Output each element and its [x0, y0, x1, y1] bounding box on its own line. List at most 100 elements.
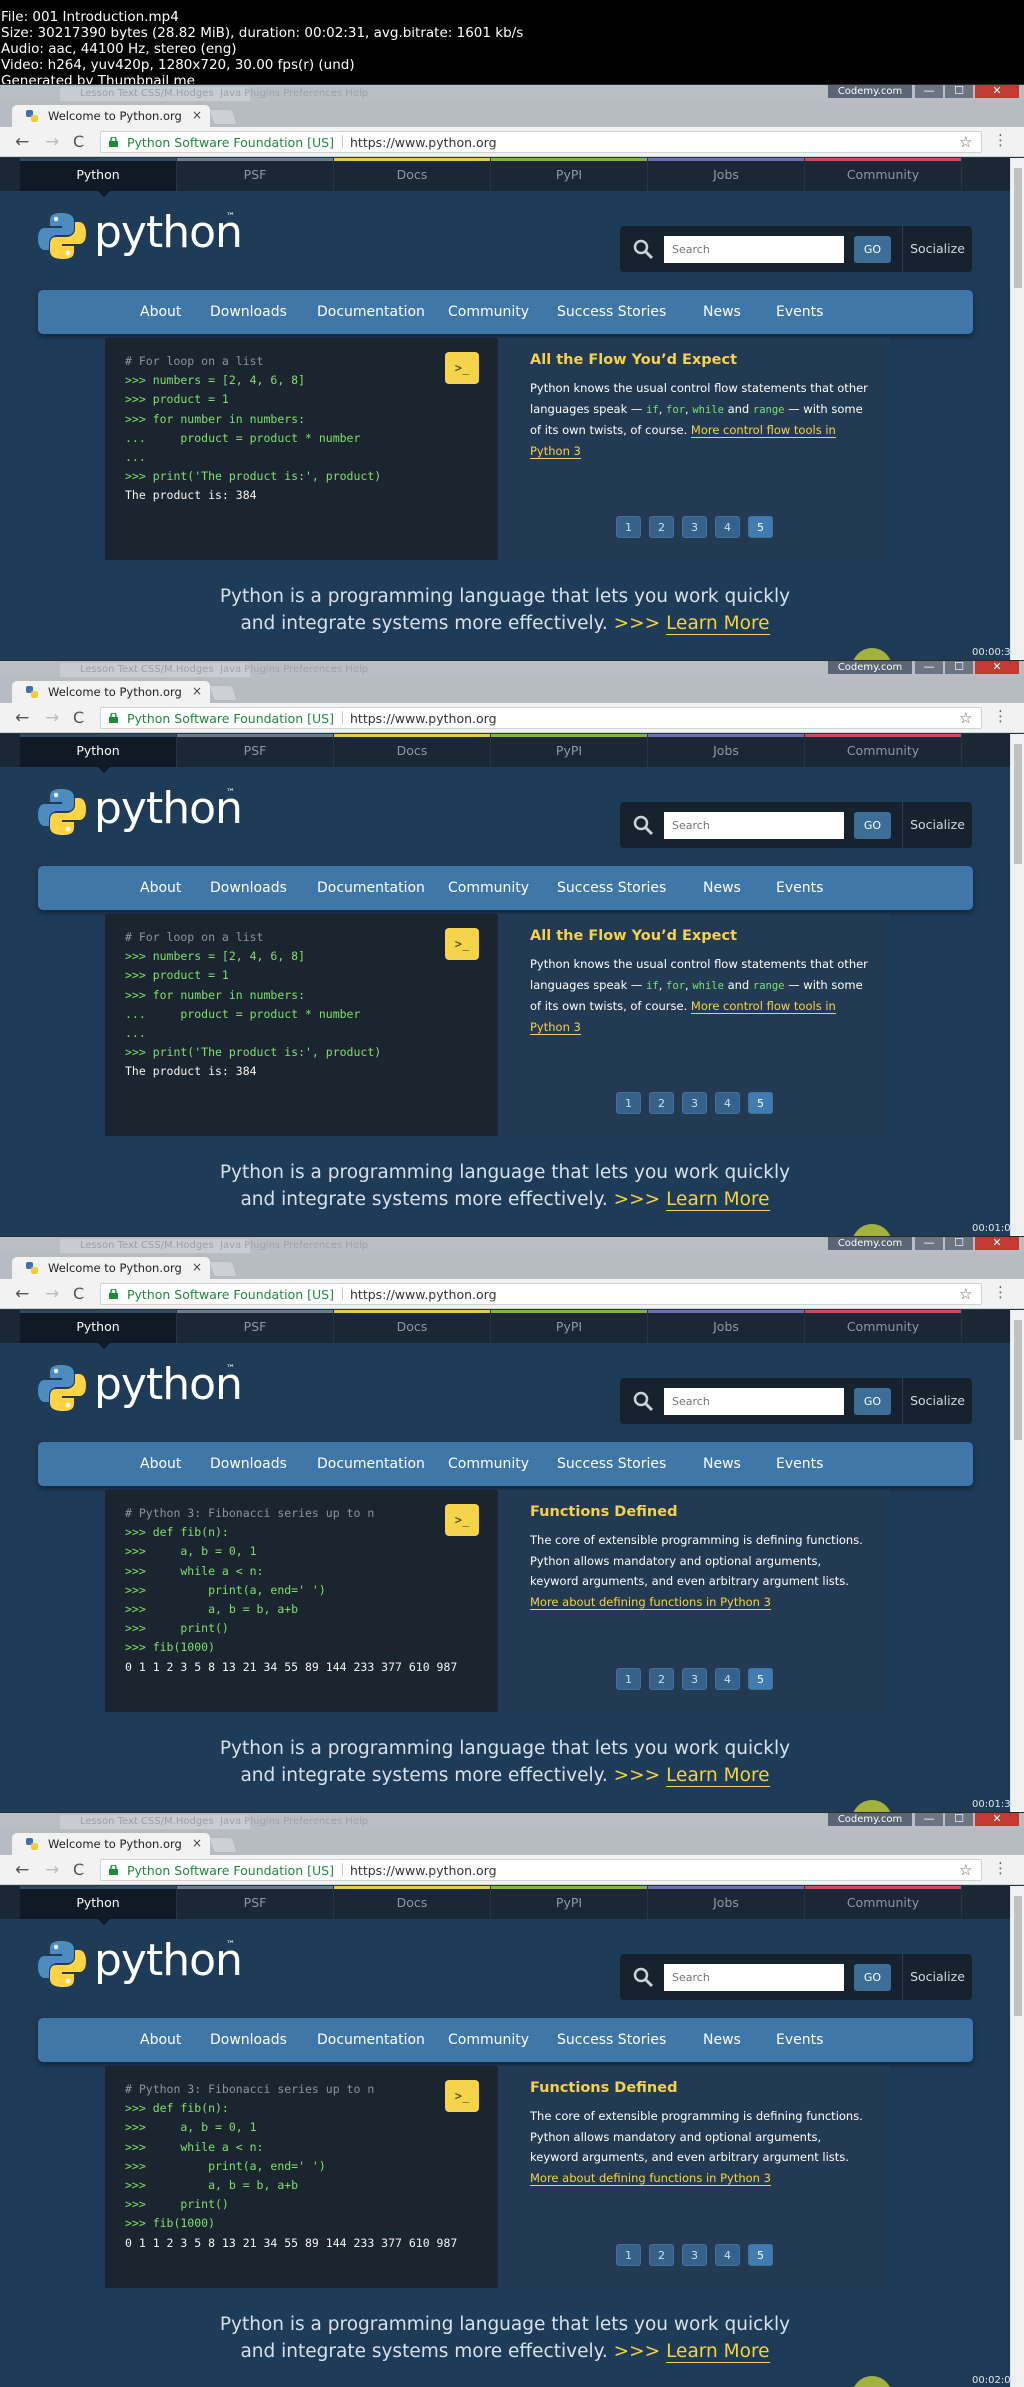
new-tab-button[interactable] — [209, 1262, 237, 1276]
learn-more-link[interactable]: Learn More — [666, 613, 770, 635]
mainnav-about[interactable]: About — [140, 2018, 181, 2062]
topnav-pypi[interactable]: PyPI — [491, 1310, 648, 1343]
reload-icon[interactable]: C — [73, 1860, 84, 1880]
browser-menu-icon[interactable]: ⋮ — [993, 1285, 1008, 1300]
launch-shell-button[interactable]: >_ — [445, 1504, 479, 1536]
topnav-python[interactable]: Python — [20, 1886, 177, 1919]
scrollbar-thumb[interactable] — [1014, 168, 1022, 288]
mainnav-documentation[interactable]: Documentation — [317, 1442, 425, 1486]
pager-button-2[interactable]: 2 — [649, 1092, 674, 1114]
bookmark-star-icon[interactable]: ☆ — [959, 133, 972, 151]
url-text[interactable]: https://www.python.org — [350, 135, 497, 150]
topnav-python[interactable]: Python — [20, 734, 177, 767]
reload-icon[interactable]: C — [73, 708, 84, 728]
minimize-button[interactable]: — — [915, 85, 943, 98]
address-bar[interactable]: Python Software Foundation [US] https://… — [100, 707, 982, 729]
socialize-button[interactable]: Socialize — [902, 226, 972, 272]
search-input[interactable] — [664, 1964, 844, 1991]
mainnav-community[interactable]: Community — [448, 2018, 529, 2062]
mainnav-downloads[interactable]: Downloads — [210, 2018, 287, 2062]
pager-button-3[interactable]: 3 — [682, 1668, 707, 1690]
pager-button-3[interactable]: 3 — [682, 2244, 707, 2266]
pager-button-1[interactable]: 1 — [616, 2244, 641, 2266]
maximize-button[interactable]: ☐ — [945, 661, 973, 674]
topnav-psf[interactable]: PSF — [177, 734, 334, 767]
mainnav-community[interactable]: Community — [448, 290, 529, 334]
tab-python-org[interactable]: Welcome to Python.org × — [12, 1257, 210, 1279]
mainnav-about[interactable]: About — [140, 1442, 181, 1486]
mainnav-events[interactable]: Events — [776, 1442, 823, 1486]
topnav-community[interactable]: Community — [805, 158, 962, 191]
topnav-pypi[interactable]: PyPI — [491, 158, 648, 191]
reload-icon[interactable]: C — [73, 132, 84, 152]
pager-button-4[interactable]: 4 — [715, 1668, 740, 1690]
mainnav-events[interactable]: Events — [776, 866, 823, 910]
python-logo[interactable]: python ™ — [36, 783, 243, 842]
topnav-docs[interactable]: Docs — [334, 1310, 491, 1343]
mainnav-about[interactable]: About — [140, 866, 181, 910]
maximize-button[interactable]: ☐ — [945, 1813, 973, 1826]
tab-close-icon[interactable]: × — [192, 684, 202, 698]
bookmark-star-icon[interactable]: ☆ — [959, 1861, 972, 1879]
mainnav-downloads[interactable]: Downloads — [210, 1442, 287, 1486]
pager-button-3[interactable]: 3 — [682, 516, 707, 538]
mainnav-success-stories[interactable]: Success Stories — [557, 290, 666, 334]
socialize-button[interactable]: Socialize — [902, 1378, 972, 1424]
search-input[interactable] — [664, 236, 844, 263]
address-bar[interactable]: Python Software Foundation [US] https://… — [100, 131, 982, 153]
topnav-psf[interactable]: PSF — [177, 1886, 334, 1919]
pager-button-2[interactable]: 2 — [649, 516, 674, 538]
page-scrollbar[interactable] — [1010, 1886, 1024, 2387]
mainnav-about[interactable]: About — [140, 290, 181, 334]
tab-close-icon[interactable]: × — [192, 108, 202, 122]
pager-button-4[interactable]: 4 — [715, 1092, 740, 1114]
maximize-button[interactable]: ☐ — [945, 1237, 973, 1250]
pager-button-5[interactable]: 5 — [748, 1668, 773, 1690]
address-bar[interactable]: Python Software Foundation [US] https://… — [100, 1283, 982, 1305]
launch-shell-button[interactable]: >_ — [445, 928, 479, 960]
pager-button-1[interactable]: 1 — [616, 1668, 641, 1690]
back-arrow-icon[interactable]: ← — [15, 708, 29, 728]
new-tab-button[interactable] — [209, 1838, 237, 1852]
back-arrow-icon[interactable]: ← — [15, 1860, 29, 1880]
minimize-button[interactable]: — — [915, 1813, 943, 1826]
address-bar[interactable]: Python Software Foundation [US] https://… — [100, 1859, 982, 1881]
tab-python-org[interactable]: Welcome to Python.org × — [12, 1833, 210, 1855]
search-input[interactable] — [664, 812, 844, 839]
bookmark-star-icon[interactable]: ☆ — [959, 709, 972, 727]
page-scrollbar[interactable] — [1010, 158, 1024, 660]
close-window-button[interactable]: ✕ — [975, 1813, 1019, 1826]
reload-icon[interactable]: C — [73, 1284, 84, 1304]
learn-more-link[interactable]: Learn More — [666, 1189, 770, 1211]
mainnav-community[interactable]: Community — [448, 866, 529, 910]
topnav-community[interactable]: Community — [805, 734, 962, 767]
topnav-pypi[interactable]: PyPI — [491, 734, 648, 767]
topnav-community[interactable]: Community — [805, 1886, 962, 1919]
close-window-button[interactable]: ✕ — [975, 661, 1019, 674]
search-go-button[interactable]: GO — [854, 1964, 891, 1991]
mainnav-success-stories[interactable]: Success Stories — [557, 866, 666, 910]
pager-button-4[interactable]: 4 — [715, 516, 740, 538]
topnav-python[interactable]: Python — [20, 1310, 177, 1343]
close-window-button[interactable]: ✕ — [975, 85, 1019, 98]
socialize-button[interactable]: Socialize — [902, 802, 972, 848]
topnav-docs[interactable]: Docs — [334, 158, 491, 191]
new-tab-button[interactable] — [209, 110, 237, 124]
pager-button-1[interactable]: 1 — [616, 1092, 641, 1114]
new-tab-button[interactable] — [209, 686, 237, 700]
topnav-docs[interactable]: Docs — [334, 734, 491, 767]
maximize-button[interactable]: ☐ — [945, 85, 973, 98]
topnav-jobs[interactable]: Jobs — [648, 158, 805, 191]
pager-button-2[interactable]: 2 — [649, 1668, 674, 1690]
forward-arrow-icon[interactable]: → — [45, 1860, 59, 1880]
pager-button-1[interactable]: 1 — [616, 516, 641, 538]
url-text[interactable]: https://www.python.org — [350, 1287, 497, 1302]
mainnav-downloads[interactable]: Downloads — [210, 290, 287, 334]
pager-button-3[interactable]: 3 — [682, 1092, 707, 1114]
launch-shell-button[interactable]: >_ — [445, 352, 479, 384]
python-logo[interactable]: python ™ — [36, 1935, 243, 1994]
tab-python-org[interactable]: Welcome to Python.org × — [12, 681, 210, 703]
page-scrollbar[interactable] — [1010, 1310, 1024, 1812]
tab-python-org[interactable]: Welcome to Python.org × — [12, 105, 210, 127]
mainnav-news[interactable]: News — [703, 290, 741, 334]
